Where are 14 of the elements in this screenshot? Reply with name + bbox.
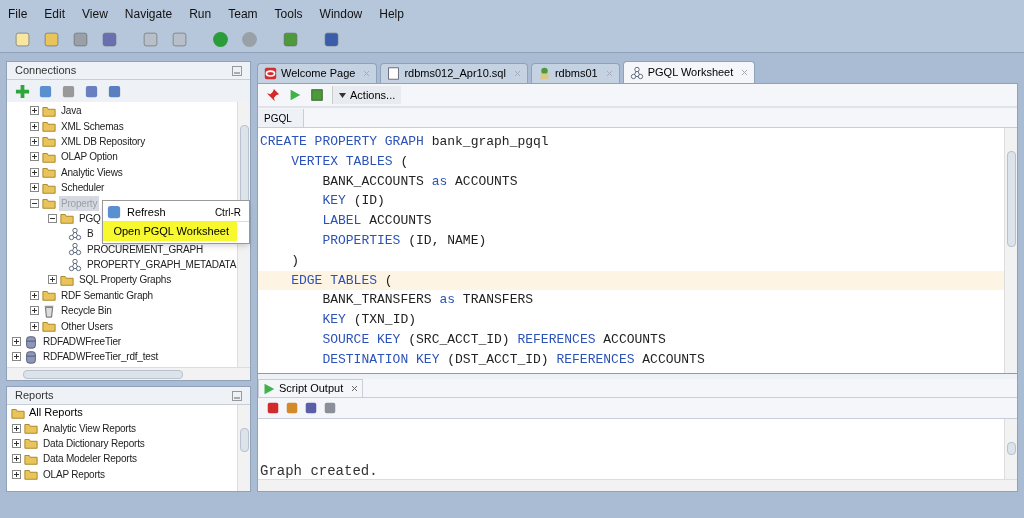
output-text: Graph created. [259,463,379,479]
code-line: PROPERTIES (ID, NAME) [321,232,488,250]
code-line: LABEL ACCOUNTS [321,212,433,231]
code-line: CREATE PROPERTY GRAPH bank_graph_pgql [259,133,550,151]
code-line: BANK_TRANSFERS as TRANSFERS [321,291,535,310]
code-line: KEY (TXN_ID) [321,311,418,330]
panel-title: Connections [15,63,77,79]
code-line: SOURCE KEY (SRC_ACCT_ID) REFERENCES ACCOUNTS [321,330,667,349]
panel-title: Reports [15,388,54,404]
code-line: VERTEX TABLES ( [290,152,410,171]
code-line: BANK_ACCOUNTS as ACCOUNTS [321,172,519,191]
code-line: KEY (ID) [321,192,386,211]
code-line: DESTINATION KEY (DST_ACCT_ID) REFERENCES ACCOUNTS [321,350,706,369]
code-line: ) [290,251,300,270]
